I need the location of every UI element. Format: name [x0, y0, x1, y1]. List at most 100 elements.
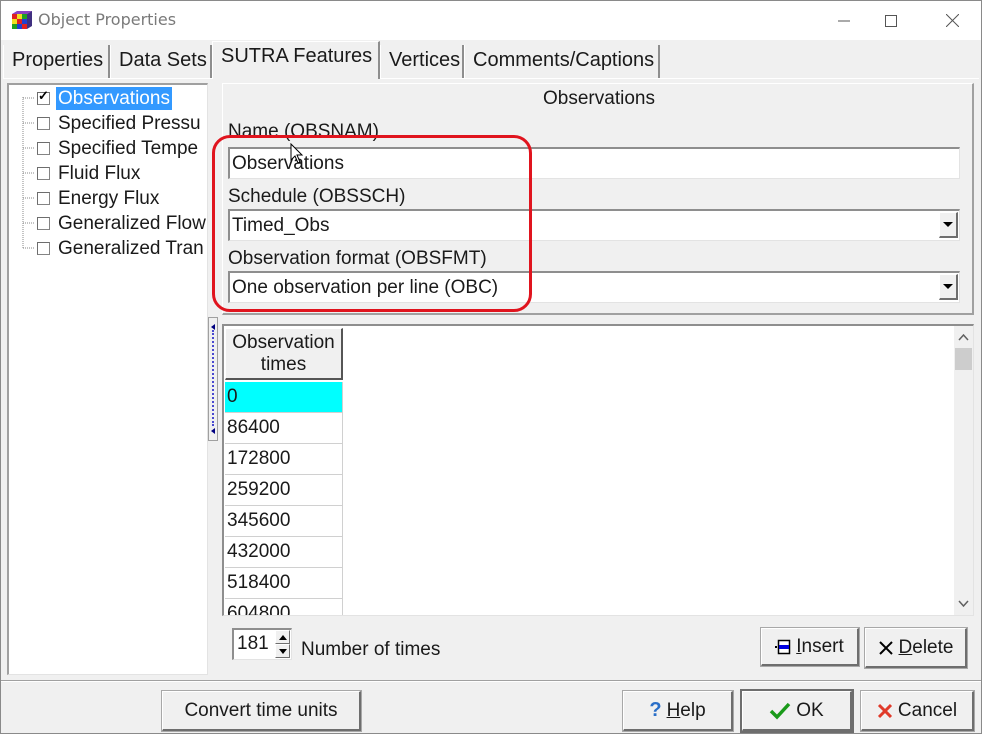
- header-line: Observation: [232, 332, 335, 353]
- spin-down-button[interactable]: [275, 644, 290, 658]
- scroll-down-icon[interactable]: [958, 598, 969, 609]
- observation-times-grid: Observation times 0 86400 172800 259200 …: [222, 324, 974, 616]
- header-line: times: [260, 354, 307, 375]
- delete-button[interactable]: Delete: [864, 627, 968, 669]
- scroll-up-icon[interactable]: [958, 332, 969, 343]
- column-header-observation-times[interactable]: Observation times: [225, 328, 343, 380]
- help-mnemonic: H: [666, 699, 681, 721]
- format-dropdown-button[interactable]: [939, 274, 958, 300]
- tab-baseline: [3, 78, 979, 79]
- tree-item-generalized-flow[interactable]: Generalized Flow: [37, 212, 207, 235]
- checkbox-observations[interactable]: ✓: [37, 88, 50, 105]
- ok-label: OK: [796, 699, 824, 721]
- schedule-select[interactable]: Timed_Obs: [228, 209, 960, 241]
- tree-item-label: Specified Tempe: [58, 138, 199, 159]
- splitter-handle[interactable]: [208, 317, 218, 441]
- delete-mnemonic: D: [898, 636, 913, 658]
- tree-item-observations[interactable]: ✓ Observations: [37, 87, 172, 110]
- checkmark-icon: [770, 702, 791, 720]
- grid-row[interactable]: 432000: [225, 537, 343, 568]
- checkmark-icon: ✓: [38, 88, 49, 103]
- insert-button[interactable]: Insert: [760, 627, 860, 667]
- tree-item-label: Specified Pressu: [58, 113, 201, 134]
- app-cube-icon: [12, 11, 32, 29]
- title-bar: Object Properties: [1, 1, 981, 40]
- close-icon: [945, 14, 959, 27]
- chevron-down-icon: [943, 284, 953, 289]
- format-value: One observation per line (OBC): [232, 277, 499, 298]
- checkbox-generalized-flow[interactable]: [37, 217, 50, 230]
- grid-row[interactable]: 604800: [225, 599, 343, 615]
- tree-item-specified-temperature[interactable]: Specified Tempe: [37, 137, 200, 160]
- insert-label: nsert: [801, 635, 844, 657]
- tree-item-label: Generalized Tran: [58, 238, 204, 259]
- window-title: Object Properties: [38, 10, 177, 29]
- grid-row[interactable]: 0: [225, 382, 343, 413]
- tree-item-label: Observations: [56, 87, 172, 110]
- feature-tree: ✓ Observations Specified Pressu Specifie…: [7, 83, 208, 675]
- grid-row[interactable]: 86400: [225, 413, 343, 444]
- minimize-button[interactable]: [821, 1, 867, 40]
- tab-properties[interactable]: Properties: [3, 45, 110, 78]
- chevron-down-icon: [943, 222, 953, 227]
- close-button[interactable]: [929, 1, 975, 40]
- tab-comments-captions[interactable]: Comments/Captions: [464, 45, 660, 78]
- schedule-label: Schedule (OBSSCH): [228, 186, 406, 207]
- grid-row[interactable]: 259200: [225, 475, 343, 506]
- name-input[interactable]: Observations: [228, 147, 960, 179]
- minimize-icon: [838, 20, 850, 21]
- format-label: Observation format (OBSFMT): [228, 248, 487, 269]
- delete-x-icon: [878, 640, 893, 655]
- tree-item-fluid-flux[interactable]: Fluid Flux: [37, 162, 142, 185]
- number-of-times-spinner[interactable]: 181: [232, 628, 292, 660]
- maximize-button[interactable]: [868, 1, 914, 40]
- vertical-scrollbar[interactable]: [954, 326, 973, 615]
- arrow-down-icon: [278, 648, 287, 654]
- help-button[interactable]: ? Help: [622, 690, 734, 732]
- format-select[interactable]: One observation per line (OBC): [228, 271, 960, 303]
- checkbox-specified-pressure[interactable]: [37, 117, 50, 130]
- checkbox-specified-temperature[interactable]: [37, 142, 50, 155]
- tree-item-label: Fluid Flux: [58, 163, 141, 184]
- observations-panel: Observations Name (OBSNAM) Observations …: [222, 83, 974, 315]
- help-label: elp: [680, 699, 706, 721]
- number-of-times-label: Number of times: [301, 639, 441, 660]
- mouse-cursor-icon: [290, 143, 304, 164]
- tree-item-specified-pressure[interactable]: Specified Pressu: [37, 112, 203, 135]
- tab-vertices[interactable]: Vertices: [380, 45, 464, 78]
- schedule-dropdown-button[interactable]: [939, 212, 958, 238]
- tree-item-label: Generalized Flow: [58, 213, 206, 234]
- name-label: Name (OBSNAM): [228, 121, 379, 142]
- insert-row-icon: [775, 639, 791, 654]
- delete-label: elete: [912, 636, 954, 658]
- cancel-x-icon: [877, 703, 892, 718]
- arrow-up-icon: [278, 634, 287, 640]
- grid-row[interactable]: 345600: [225, 506, 343, 537]
- spin-up-button[interactable]: [275, 630, 290, 644]
- object-properties-dialog: Object Properties Properties Data Sets S…: [0, 0, 982, 734]
- checkbox-energy-flux[interactable]: [37, 192, 50, 205]
- ok-button[interactable]: OK: [740, 689, 854, 733]
- panel-title: Observations: [543, 88, 655, 109]
- grid-row[interactable]: 518400: [225, 568, 343, 599]
- grip-dots: [212, 330, 214, 426]
- help-question-icon: ?: [649, 699, 662, 721]
- tree-item-label: Energy Flux: [58, 188, 160, 209]
- tab-data-sets[interactable]: Data Sets: [110, 45, 212, 78]
- checkbox-generalized-transport[interactable]: [37, 242, 50, 255]
- scrollbar-thumb[interactable]: [955, 348, 972, 370]
- tab-bar: Properties Data Sets SUTRA Features Vert…: [3, 41, 979, 79]
- number-of-times-value: 181: [237, 633, 269, 654]
- tree-item-generalized-transport[interactable]: Generalized Tran: [37, 237, 206, 260]
- schedule-value: Timed_Obs: [232, 215, 330, 236]
- maximize-icon: [885, 14, 897, 27]
- arrow-left-icon: [211, 428, 215, 434]
- tree-item-energy-flux[interactable]: Energy Flux: [37, 187, 161, 210]
- convert-time-units-button[interactable]: Convert time units: [161, 690, 362, 732]
- tab-sutra-features[interactable]: SUTRA Features: [212, 41, 380, 79]
- cancel-button[interactable]: Cancel: [860, 690, 975, 732]
- grid-row[interactable]: 172800: [225, 444, 343, 475]
- footer-separator: [1, 680, 981, 682]
- checkbox-fluid-flux[interactable]: [37, 167, 50, 180]
- cancel-label: Cancel: [897, 699, 958, 721]
